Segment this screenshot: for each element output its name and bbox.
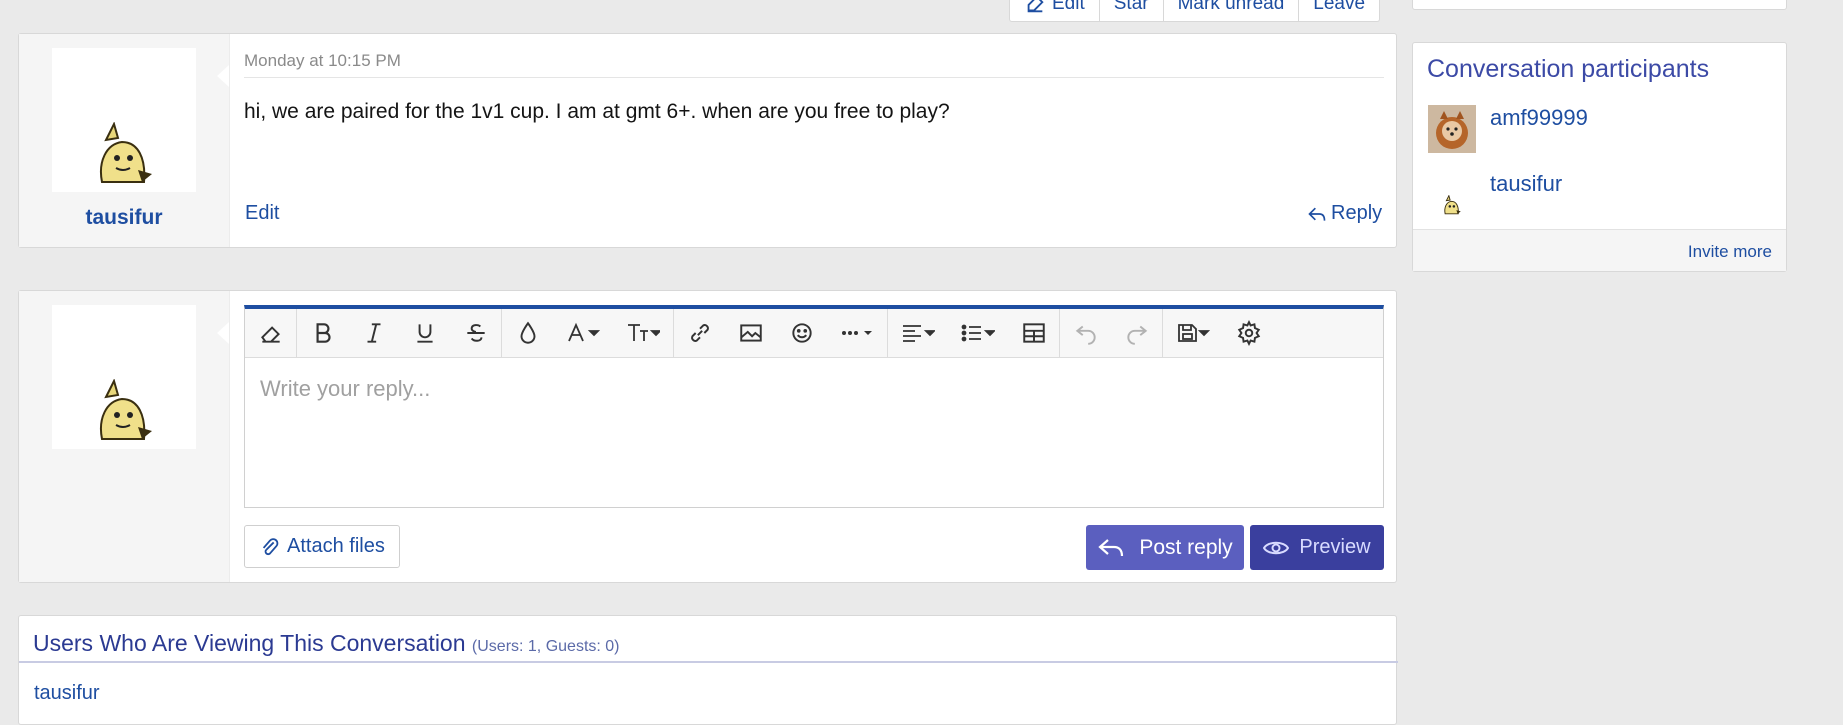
message-arrow: [216, 64, 229, 88]
insert-smilie-button[interactable]: [776, 309, 827, 357]
clear-formatting-button[interactable]: [245, 309, 296, 357]
participant-avatar[interactable]: [1428, 105, 1476, 153]
list-icon: [961, 324, 995, 342]
bold-icon: [316, 323, 331, 343]
underline-icon: [416, 324, 433, 343]
participant-avatar[interactable]: [1428, 169, 1476, 217]
link-icon: [690, 324, 709, 342]
pomeranian-avatar-icon: [1428, 105, 1476, 153]
users-viewing-title: Users Who Are Viewing This Conversation …: [33, 630, 620, 656]
undo-icon: [1075, 325, 1096, 345]
message-date[interactable]: Monday at 10:15 PM: [244, 51, 401, 71]
mimikyu-avatar-icon: [1444, 195, 1461, 215]
edit-conversation-button[interactable]: Edit: [1010, 0, 1099, 21]
participant-link[interactable]: amf99999: [1490, 105, 1588, 131]
drafts-icon: [1178, 324, 1210, 342]
message-username[interactable]: tausifur: [19, 206, 229, 230]
sidebar-top-block: [1412, 0, 1787, 10]
conversation-actions-bar: Edit Star Mark unread Leave: [1009, 0, 1381, 22]
mark-unread-button[interactable]: Mark unread: [1162, 0, 1299, 21]
avatar[interactable]: [52, 305, 196, 449]
participants-title: Conversation participants: [1427, 55, 1710, 83]
preview-button[interactable]: Preview: [1250, 525, 1384, 570]
table-icon: [1022, 323, 1045, 343]
more-icon: [842, 331, 872, 335]
eraser-icon: [260, 326, 280, 343]
editor-toolbar: [245, 309, 1383, 358]
message-body: hi, we are paired for the 1v1 cup. I am …: [244, 100, 950, 123]
star-button[interactable]: Star: [1098, 0, 1163, 21]
align-icon: [903, 325, 935, 342]
message-date-divider: [244, 77, 1384, 78]
users-viewing-block: Users Who Are Viewing This Conversation …: [18, 615, 1398, 725]
color-icon: [520, 321, 535, 344]
redo-icon: [1126, 325, 1147, 345]
undo-button[interactable]: [1060, 309, 1111, 357]
italic-button[interactable]: [348, 309, 399, 357]
message-edit-link[interactable]: Edit: [245, 202, 279, 225]
edit-icon: [1027, 0, 1044, 12]
avatar[interactable]: [52, 48, 196, 192]
sidebar-footer: Invite more: [1413, 229, 1786, 271]
strikethrough-button[interactable]: [450, 309, 501, 357]
list-button[interactable]: [948, 309, 1008, 357]
italic-icon: [367, 323, 380, 343]
message: tausifur Monday at 10:15 PM hi, we are p…: [18, 33, 1397, 248]
invite-more-link[interactable]: Invite more: [1688, 242, 1772, 261]
smiley-icon: [791, 323, 812, 343]
reply-icon: [1308, 207, 1326, 221]
viewing-user-link[interactable]: tausifur: [34, 682, 100, 705]
underline-button[interactable]: [399, 309, 450, 357]
users-viewing-divider: [19, 661, 1398, 663]
mimikyu-avatar-icon: [100, 379, 152, 440]
settings-icon: [1237, 320, 1260, 346]
leave-button[interactable]: Leave: [1298, 0, 1379, 21]
message-user-pane: tausifur: [19, 34, 230, 247]
rich-text-editor: Write your reply...: [244, 305, 1384, 508]
insert-table-button[interactable]: [1008, 309, 1059, 357]
image-icon: [739, 324, 762, 342]
editor-settings-button[interactable]: [1223, 309, 1274, 357]
post-reply-button[interactable]: Post reply: [1086, 525, 1244, 570]
text-color-button[interactable]: [502, 309, 553, 357]
reply-arrow: [216, 321, 229, 345]
font-family-icon: [568, 322, 600, 342]
participant-link[interactable]: tausifur: [1490, 171, 1562, 197]
insert-image-button[interactable]: [725, 309, 776, 357]
redo-button[interactable]: [1111, 309, 1162, 357]
reply-textarea[interactable]: Write your reply...: [245, 358, 1383, 544]
message-reply-link[interactable]: Reply: [1307, 202, 1382, 225]
strikethrough-icon: [466, 324, 485, 342]
more-options-button[interactable]: [827, 309, 887, 357]
align-button[interactable]: [888, 309, 948, 357]
font-family-button[interactable]: [553, 309, 613, 357]
paperclip-icon: [262, 537, 279, 555]
reply-user-pane: [19, 291, 230, 582]
reply-icon: [1098, 538, 1124, 556]
font-size-button[interactable]: [613, 309, 673, 357]
bold-button[interactable]: [297, 309, 348, 357]
reply-form: Write your reply... Attach files Post re…: [18, 290, 1397, 583]
font-size-icon: [628, 324, 660, 341]
attach-files-button[interactable]: Attach files: [244, 525, 400, 568]
users-viewing-counts: (Users: 1, Guests: 0): [471, 638, 620, 655]
mimikyu-avatar-icon: [100, 122, 152, 183]
conversation-participants-block: Conversation participants amf99999 tausi…: [1412, 42, 1787, 272]
drafts-button[interactable]: [1163, 309, 1223, 357]
eye-icon: [1263, 541, 1290, 554]
insert-link-button[interactable]: [674, 309, 725, 357]
